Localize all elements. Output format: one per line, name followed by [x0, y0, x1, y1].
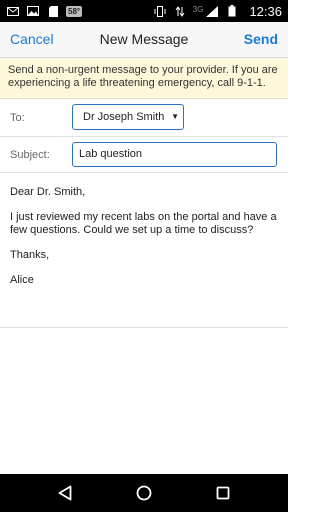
- home-icon[interactable]: [135, 484, 153, 502]
- image-icon: [26, 5, 40, 17]
- message-greeting: Dear Dr. Smith,: [10, 186, 86, 198]
- back-icon[interactable]: [56, 484, 74, 502]
- data-arrows-icon: [173, 5, 187, 17]
- network-type-label: 3G: [192, 4, 204, 14]
- message-paragraph: I just reviewed my recent labs on the po…: [10, 211, 277, 236]
- sd-card-icon: [46, 5, 60, 17]
- to-label: To:: [10, 112, 25, 124]
- status-time: 12:36: [249, 3, 282, 19]
- to-row: To: Dr Joseph Smith ▼: [0, 99, 288, 137]
- send-button[interactable]: Send: [244, 31, 278, 47]
- navigation-bar: Cancel New Message Send: [0, 22, 288, 58]
- system-navigation-bar: [0, 474, 288, 512]
- message-closing: Thanks,: [10, 249, 50, 261]
- subject-label: Subject:: [10, 149, 50, 161]
- temperature-badge: 58°: [66, 5, 83, 17]
- emergency-notice: Send a non-urgent message to your provid…: [0, 58, 288, 99]
- dropdown-arrow-icon: ▼: [171, 112, 179, 121]
- signal-icon: [205, 5, 219, 17]
- status-bar-left: 58°: [6, 5, 83, 17]
- battery-icon: [225, 5, 239, 17]
- subject-input[interactable]: Lab question: [72, 142, 277, 167]
- vibrate-icon: [153, 5, 167, 17]
- mail-icon: [6, 5, 20, 17]
- recipient-value: Dr Joseph Smith: [83, 111, 165, 123]
- message-body[interactable]: Dear Dr. Smith, I just reviewed my recen…: [0, 173, 288, 328]
- recipient-select[interactable]: Dr Joseph Smith ▼: [72, 104, 184, 130]
- recent-apps-icon[interactable]: [214, 484, 232, 502]
- subject-row: Subject: Lab question: [0, 137, 288, 173]
- message-signature: Alice: [10, 274, 34, 286]
- status-bar: 58° 3G 12:36: [0, 0, 288, 22]
- status-bar-right: 3G 12:36: [153, 4, 282, 19]
- cancel-button[interactable]: Cancel: [10, 31, 54, 47]
